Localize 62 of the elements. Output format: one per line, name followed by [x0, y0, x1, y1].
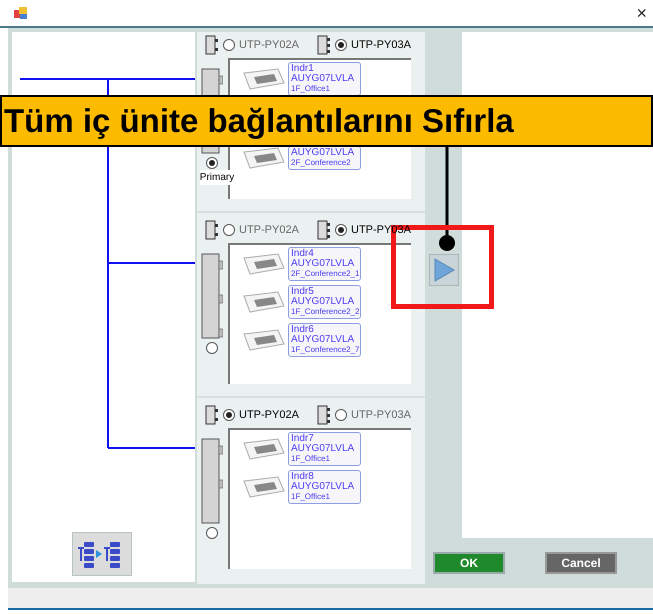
unit-model: AUYG07LVLA: [291, 148, 356, 158]
cassette-unit-icon: [242, 67, 286, 91]
unit-location: 1F_Office1: [291, 454, 331, 464]
unit-location: 1F_Conference2_7: [291, 345, 358, 355]
radio-button[interactable]: [335, 409, 347, 421]
unit-name: Indr6: [291, 325, 315, 335]
radio-button[interactable]: [335, 39, 347, 51]
unit-name: Indr8: [291, 472, 315, 482]
radio-button[interactable]: [223, 224, 235, 236]
radio-button[interactable]: [206, 157, 218, 169]
primary-label: Primary: [200, 170, 234, 185]
adapter-icon: [205, 35, 219, 55]
adapter-label: UTP-PY03A: [351, 38, 411, 53]
play-icon: [432, 258, 454, 282]
unit-card[interactable]: Indr5 AUYG07LVLA 1F_Conference2_2: [288, 285, 361, 319]
unit-card[interactable]: AUYG07LVLA 2F_Conference2: [288, 146, 361, 170]
ok-button[interactable]: OK: [433, 552, 505, 574]
callout-banner: Tüm iç ünite bağlantılarını Sıfırla: [0, 95, 653, 147]
unit-name: Indr5: [291, 287, 315, 297]
unit-location: 1F_Conference2_2: [291, 307, 358, 317]
unit-card[interactable]: Indr8 AUYG07LVLA 1F_Office1: [288, 470, 361, 504]
unit-name: Indr7: [291, 434, 315, 444]
radio-button[interactable]: [206, 527, 218, 539]
radio-button[interactable]: [206, 342, 218, 354]
unit-model: AUYG07LVLA: [291, 74, 356, 84]
unit-name: Indr4: [291, 249, 315, 259]
unit-card[interactable]: Indr7 AUYG07LVLA 1F_Office1: [288, 432, 361, 466]
cassette-unit-icon: [242, 290, 286, 314]
cassette-unit-icon: [242, 328, 286, 352]
adapter-icon: [205, 220, 219, 240]
adapter-icon: [205, 405, 219, 425]
adapter-icon: [317, 405, 331, 425]
adapter-icon: [317, 35, 331, 55]
unit-model: AUYG07LVLA: [291, 259, 356, 269]
unit-card[interactable]: Indr1 AUYG07LVLA 1F_Office1: [288, 62, 361, 96]
unit-model: AUYG07LVLA: [291, 335, 356, 345]
cancel-button[interactable]: Cancel: [545, 552, 617, 574]
unit-location: 2F_Conference2_1: [291, 269, 358, 279]
radio-button[interactable]: [223, 409, 235, 421]
adapter-label: UTP-PY02A: [239, 408, 299, 423]
unit-name: Indr1: [291, 64, 315, 74]
cassette-unit-icon: [242, 437, 286, 461]
close-button[interactable]: ×: [636, 0, 647, 26]
radio-button[interactable]: [223, 39, 235, 51]
adapter-label: UTP-PY03A: [351, 408, 411, 423]
adapter-icon: [317, 220, 331, 240]
cassette-unit-icon: [242, 146, 286, 170]
unit-location: 2F_Conference2: [291, 158, 352, 168]
unit-model: AUYG07LVLA: [291, 444, 356, 454]
adapter-label: UTP-PY02A: [239, 38, 299, 53]
radio-button[interactable]: [335, 224, 347, 236]
unit-model: AUYG07LVLA: [291, 297, 356, 307]
adapter-label: UTP-PY02A: [239, 222, 299, 238]
app-icon: [14, 7, 28, 19]
unit-location: 1F_Office1: [291, 492, 331, 502]
cassette-unit-icon: [242, 252, 286, 276]
unit-location: 1F_Office1: [291, 84, 331, 94]
unit-card[interactable]: Indr6 AUYG07LVLA 1F_Conference2_7: [288, 323, 361, 357]
tree-copy-button[interactable]: [72, 532, 132, 576]
cassette-unit-icon: [242, 475, 286, 499]
unit-card[interactable]: Indr4 AUYG07LVLA 2F_Conference2_1: [288, 247, 361, 281]
unit-model: AUYG07LVLA: [291, 482, 356, 492]
